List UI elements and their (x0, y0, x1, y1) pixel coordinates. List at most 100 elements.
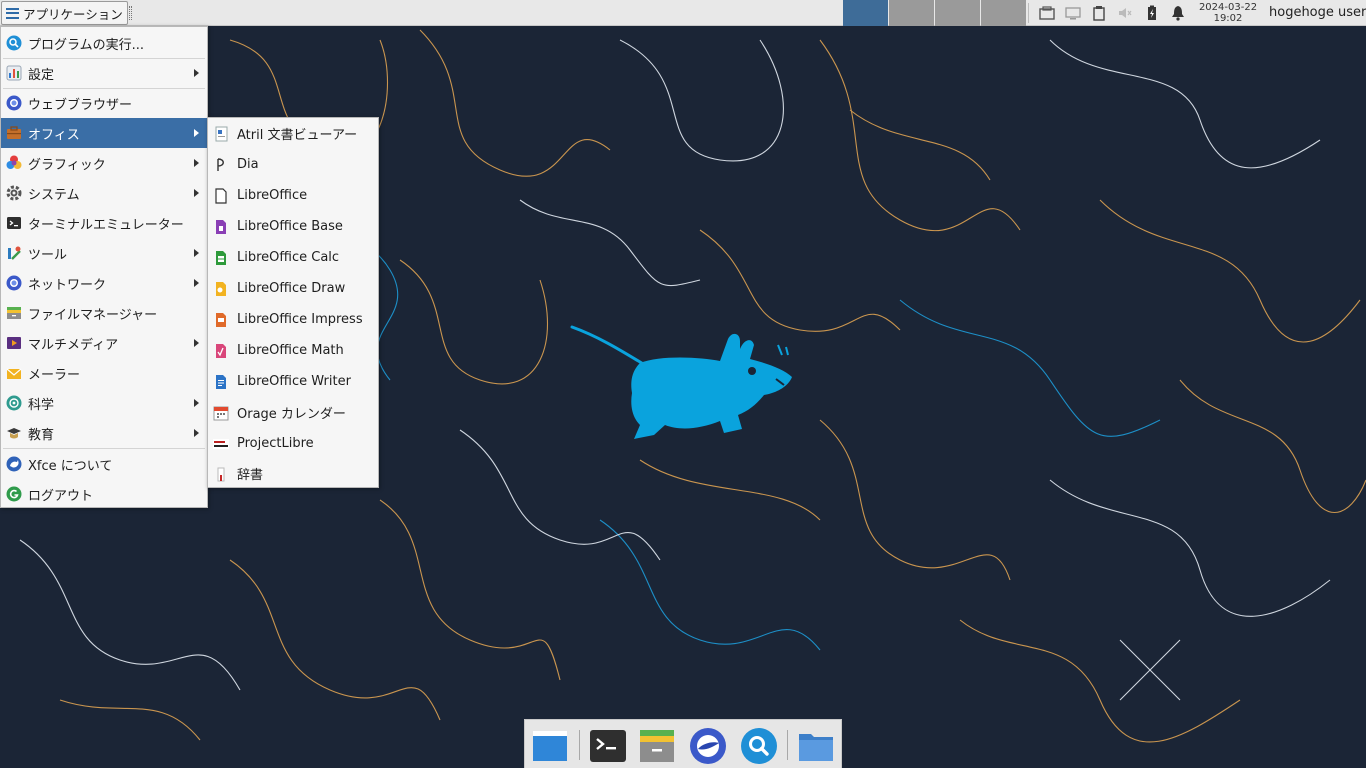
menu-item-label: ツール (28, 247, 68, 263)
panel-handle[interactable] (129, 6, 132, 20)
web-browser-icon (6, 95, 22, 111)
menu-item-libreoffice-math[interactable]: LibreOffice Math (208, 335, 378, 366)
workspace-1[interactable] (843, 0, 888, 26)
menu-item-label: Dia (237, 157, 259, 172)
menu-item-label: 教育 (28, 427, 55, 443)
menu-item-label: オフィス (28, 127, 80, 143)
applications-menu-button[interactable]: アプリケーション (1, 1, 128, 25)
workspace-2[interactable] (889, 0, 934, 26)
menu-item-label: LibreOffice Calc (237, 250, 340, 265)
menu-item-libreoffice-calc[interactable]: LibreOffice Calc (208, 242, 378, 273)
menu-item-settings[interactable]: 設定 (1, 58, 207, 88)
settings-icon (6, 65, 22, 81)
menu-item-projectlibre[interactable]: ProjectLibre (208, 428, 378, 459)
libreoffice-math-icon (213, 343, 229, 359)
menu-item-terminal[interactable]: ターミナルエミュレーター (1, 208, 207, 238)
multimedia-icon (6, 335, 22, 351)
menu-item-orage-calendar[interactable]: Orage カレンダー (208, 397, 378, 428)
dock-separator (787, 730, 788, 760)
dictionary-icon (213, 466, 229, 482)
removable-drive-icon[interactable] (1038, 4, 1056, 22)
display-icon[interactable] (1064, 4, 1082, 22)
submenu-arrow-icon (194, 159, 199, 167)
menu-item-system[interactable]: システム (1, 178, 207, 208)
atril-icon (213, 126, 229, 142)
file-manager-icon (6, 305, 22, 321)
applications-menu: プログラムの実行... 設定 ウェブブラウザー オフィス グラフィック システム… (0, 26, 208, 508)
menu-item-label: LibreOffice Impress (237, 312, 363, 327)
app-finder-icon[interactable] (740, 727, 778, 765)
libreoffice-impress-icon (213, 312, 229, 328)
menu-item-label: ログアウト (28, 488, 94, 504)
menu-item-label: ファイルマネージャー (28, 307, 158, 323)
menu-item-label: Xfce について (28, 458, 113, 474)
menu-item-label: グラフィック (28, 157, 106, 173)
menu-item-label: Atril 文書ビューアー (237, 128, 358, 143)
submenu-arrow-icon (194, 69, 199, 77)
science-icon (6, 395, 22, 411)
menu-item-label: メーラー (28, 367, 81, 383)
menu-item-tools[interactable]: ツール (1, 238, 207, 268)
menu-item-libreoffice-writer[interactable]: LibreOffice Writer (208, 366, 378, 397)
file-manager-icon[interactable] (638, 727, 676, 765)
menu-item-education[interactable]: 教育 (1, 418, 207, 448)
clock-time: 19:02 (1213, 13, 1243, 24)
education-icon (6, 425, 22, 441)
menu-item-office[interactable]: オフィス (1, 118, 207, 148)
web-browser-icon[interactable] (689, 727, 727, 765)
menu-item-atril[interactable]: Atril 文書ビューアー (208, 118, 378, 149)
menu-item-web-browser[interactable]: ウェブブラウザー (1, 88, 207, 118)
menu-item-libreoffice-base[interactable]: LibreOffice Base (208, 211, 378, 242)
menu-item-run-program[interactable]: プログラムの実行... (1, 28, 207, 58)
terminal-icon (6, 215, 22, 231)
dock-separator (579, 730, 580, 760)
submenu-arrow-icon (194, 339, 199, 347)
menu-item-label: LibreOffice Base (237, 219, 343, 234)
menu-item-label: LibreOffice Writer (237, 374, 351, 389)
graphics-icon (6, 155, 22, 171)
clipboard-icon[interactable] (1090, 4, 1108, 22)
menu-item-graphics[interactable]: グラフィック (1, 148, 207, 178)
terminal-icon[interactable] (589, 727, 627, 765)
dock (524, 719, 842, 768)
libreoffice-draw-icon (213, 281, 229, 297)
menu-item-label: マルチメディア (28, 337, 119, 353)
xfce-mouse-logo (570, 325, 792, 439)
clock[interactable]: 2024-03-22 19:02 (1196, 2, 1260, 24)
clock-date: 2024-03-22 (1198, 2, 1258, 13)
dia-icon (213, 157, 229, 173)
menu-item-label: プログラムの実行... (28, 37, 145, 53)
battery-charging-icon[interactable] (1143, 4, 1161, 22)
panel-separator (1028, 3, 1029, 23)
search-icon (6, 35, 22, 51)
menu-item-about-xfce[interactable]: Xfce について (1, 449, 207, 479)
menu-item-science[interactable]: 科学 (1, 388, 207, 418)
network-icon (6, 275, 22, 291)
menu-item-file-manager[interactable]: ファイルマネージャー (1, 298, 207, 328)
menu-item-dictionary[interactable]: 辞書 (208, 458, 378, 489)
menu-item-label: 科学 (28, 397, 55, 413)
menu-item-label: LibreOffice Draw (237, 281, 346, 296)
menu-item-libreoffice-draw[interactable]: LibreOffice Draw (208, 273, 378, 304)
menu-item-network[interactable]: ネットワーク (1, 268, 207, 298)
menu-item-libreoffice[interactable]: LibreOffice (208, 180, 378, 211)
menu-item-dia[interactable]: Dia (208, 149, 378, 180)
notifications-bell-icon[interactable] (1169, 4, 1187, 22)
menu-item-multimedia[interactable]: マルチメディア (1, 328, 207, 358)
submenu-arrow-icon (194, 249, 199, 257)
user-menu[interactable]: hogehoge user (1269, 5, 1366, 20)
applications-menu-icon (6, 7, 19, 19)
show-desktop-icon[interactable] (531, 727, 569, 765)
submenu-arrow-icon (194, 189, 199, 197)
libreoffice-base-icon (213, 219, 229, 235)
menu-item-logout[interactable]: ログアウト (1, 479, 207, 509)
menu-item-mailer[interactable]: メーラー (1, 358, 207, 388)
menu-item-label: ターミナルエミュレーター (28, 217, 184, 233)
workspace-3[interactable] (935, 0, 980, 26)
folder-icon[interactable] (797, 727, 835, 765)
menu-item-libreoffice-impress[interactable]: LibreOffice Impress (208, 304, 378, 335)
applications-menu-label: アプリケーション (23, 6, 123, 22)
volume-muted-icon[interactable] (1116, 4, 1134, 22)
workspace-4[interactable] (981, 0, 1026, 26)
office-submenu: Atril 文書ビューアー Dia LibreOffice LibreOffic… (207, 117, 379, 488)
